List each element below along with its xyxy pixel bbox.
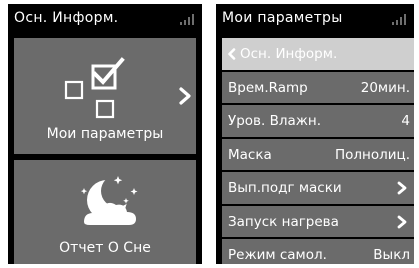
my-parameters-label: Мои параметры [46,126,164,142]
chevron-right-icon [179,87,191,105]
chevron-right-icon [397,181,407,195]
menu-item-value: Выкл [373,247,410,263]
menu-item-label: Вып.подг маски [228,180,342,196]
sleep-report-tile[interactable]: Отчет О Сне [14,160,196,264]
menu-item-ramp-time[interactable]: Врем.Ramp 20мин. [222,71,414,103]
back-label: Осн. Информ. [240,46,338,62]
menu-item-airplane-mode[interactable]: Режим самол. Выкл [222,239,414,264]
my-parameters-tile[interactable]: Мои параметры [14,38,196,154]
checkbox-squares-icon [64,57,125,119]
menu-item-label: Врем.Ramp [228,79,308,96]
chevron-right-icon [397,215,407,228]
parameters-menu: Осн. Информ. Врем.Ramp 20мин. Уров. Влаж… [222,38,414,264]
menu-item-mask[interactable]: Маска Полнолиц. [222,138,414,170]
back-button[interactable]: Осн. Информ. [222,38,414,70]
menu-item-value: 20мин. [360,79,410,96]
menu-item-label: Запуск нагрева [228,213,339,230]
sleep-report-label: Отчет О Сне [59,240,151,256]
menu-item-label: Режим самол. [228,247,327,263]
screen-title: Осн. Информ. [14,10,119,26]
menu-item-label: Маска [228,146,272,163]
signal-strength-icon [180,14,194,25]
status-bar: Мои параметры [216,4,414,34]
menu-item-warm-up[interactable]: Запуск нагрева [222,205,414,237]
menu-item-mask-fit[interactable]: Вып.подг маски [222,172,414,204]
screen-title: Мои параметры [222,10,343,26]
menu-item-label: Уров. Влажн. [228,113,322,129]
my-parameters-screen: Мои параметры Осн. Информ. Врем.Ramp 20м… [216,4,414,264]
moon-cloud-stars-icon [80,176,138,225]
chevron-left-icon [228,48,236,60]
main-info-screen: Осн. Информ. Мои параметры Отчет О Сне [8,4,202,264]
menu-item-value: Полнолиц. [334,146,410,163]
menu-item-humidity-level[interactable]: Уров. Влажн. 4 [222,105,414,137]
status-bar: Осн. Информ. [8,4,202,34]
menu-item-value: 4 [401,113,410,129]
signal-strength-icon [392,14,406,25]
